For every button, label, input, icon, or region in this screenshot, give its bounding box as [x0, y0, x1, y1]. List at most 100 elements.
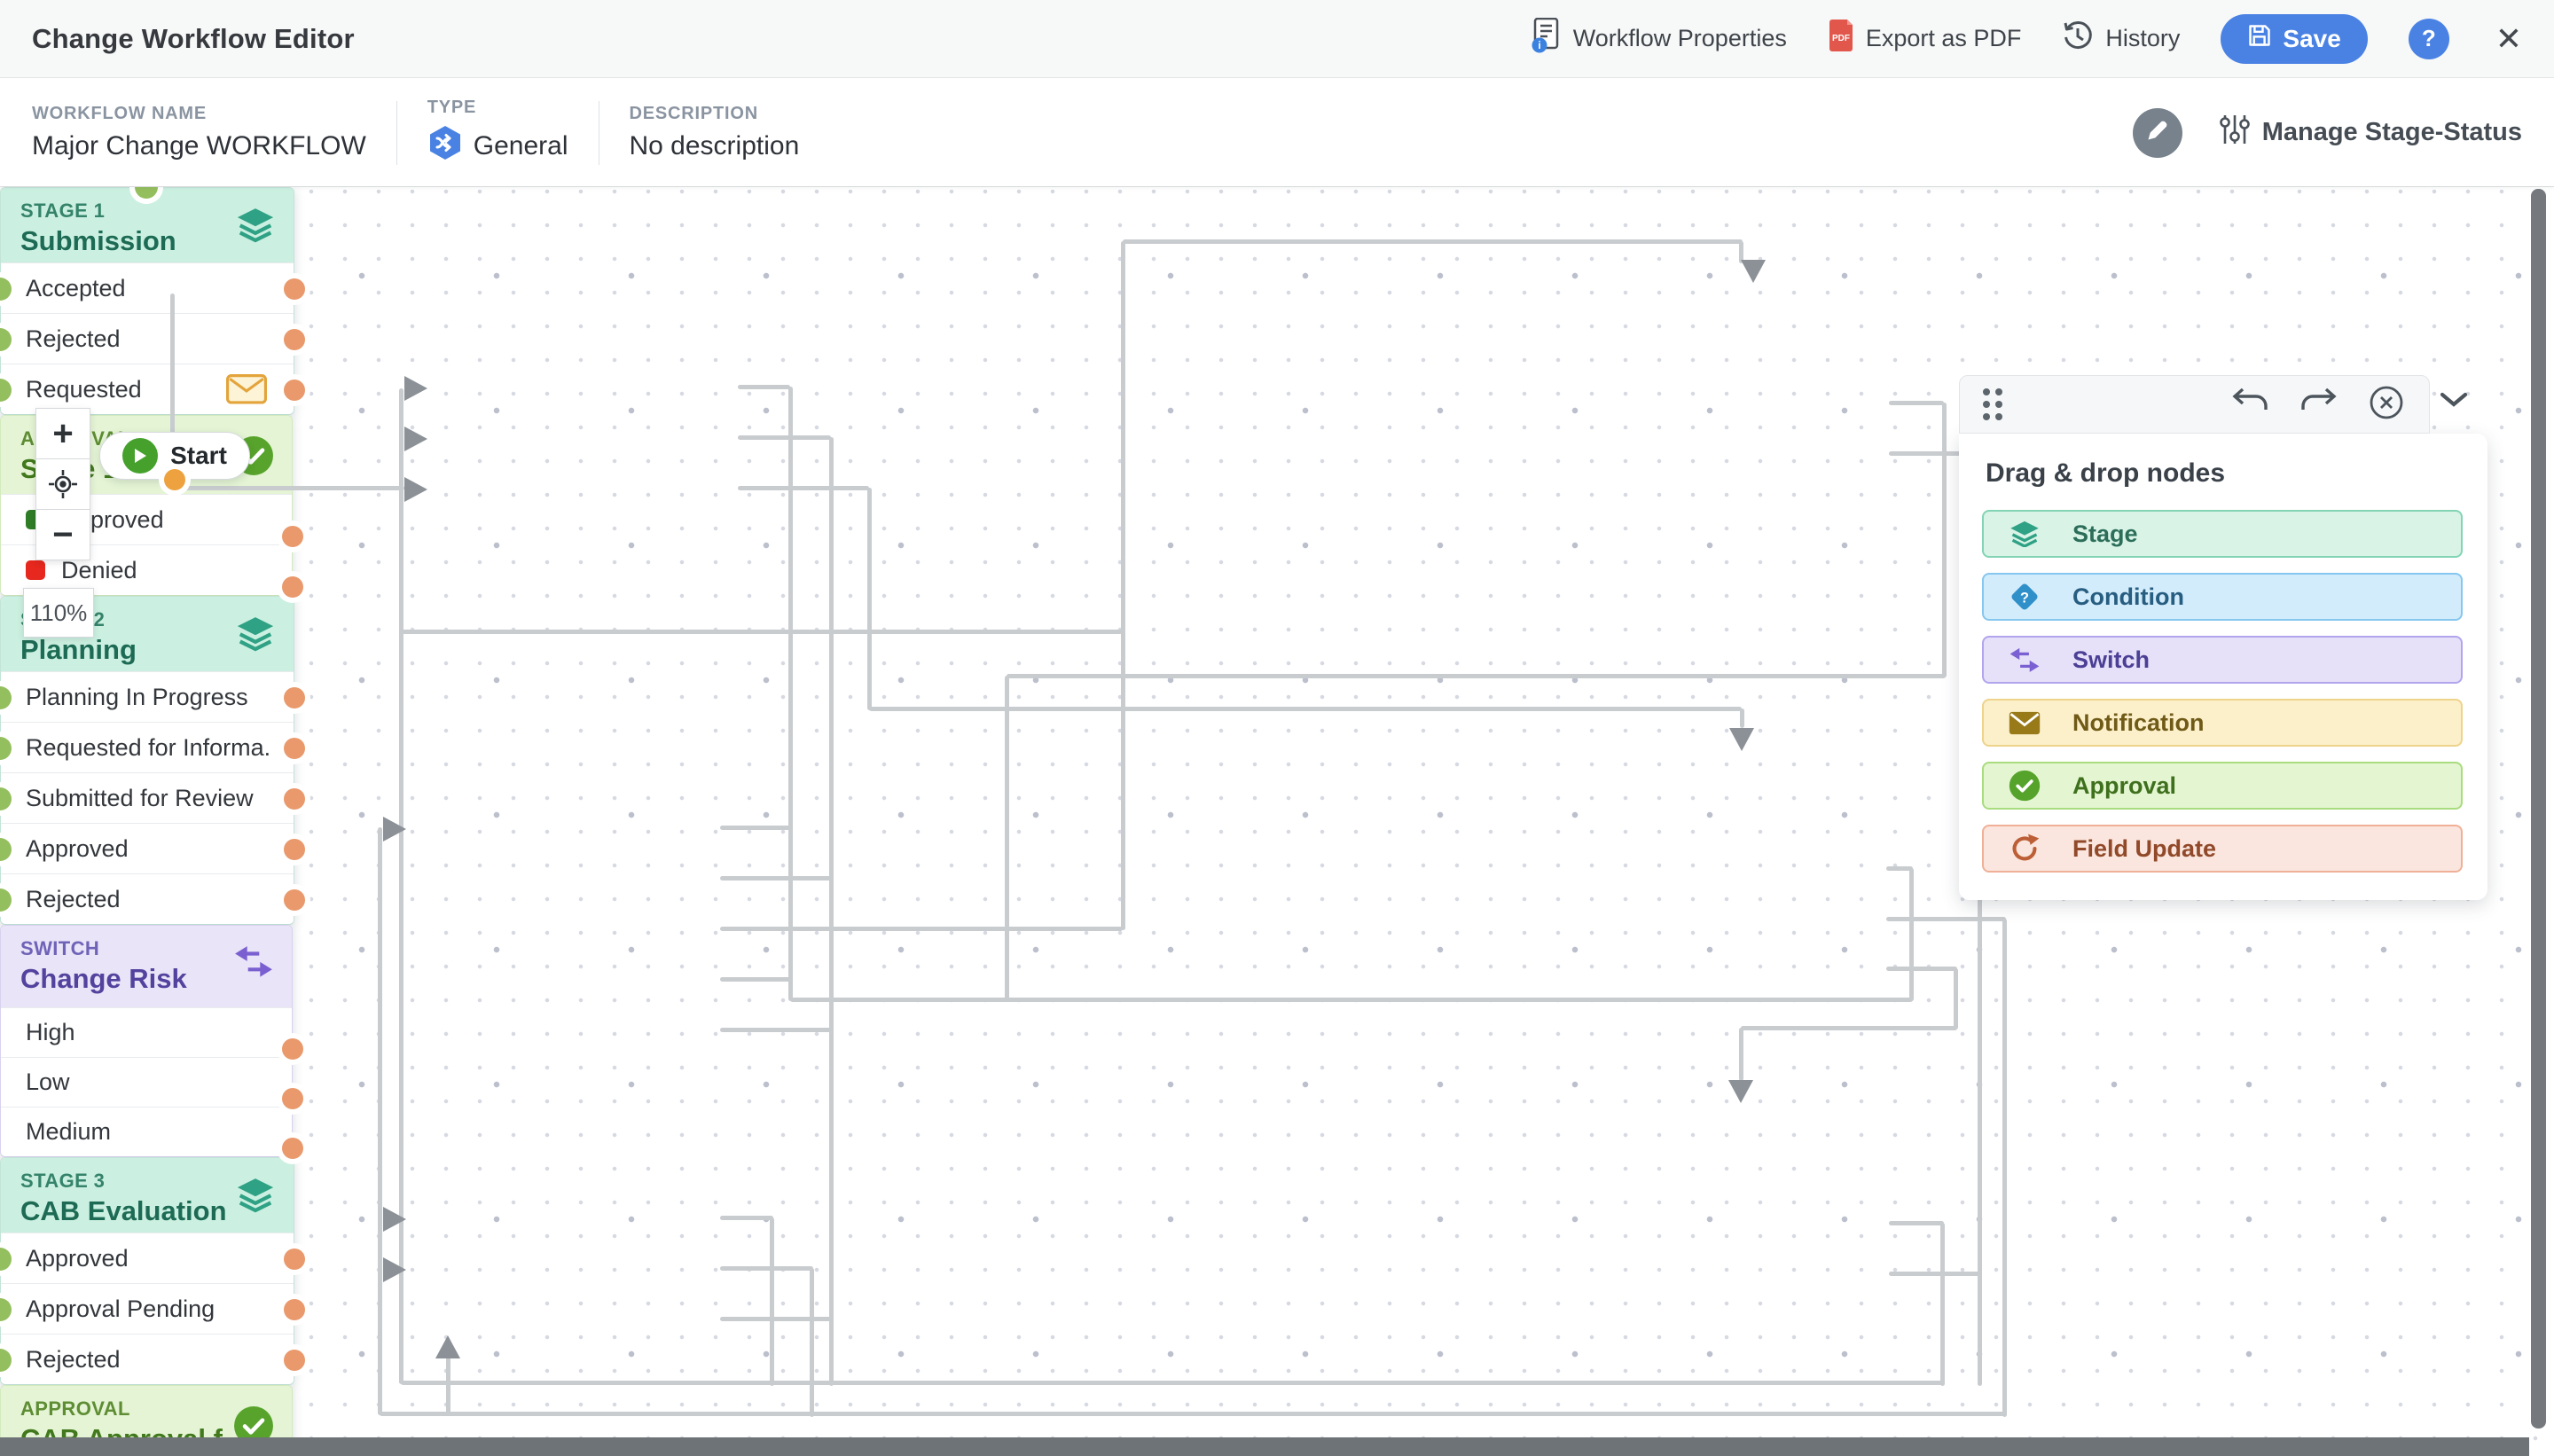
drag-handle-icon[interactable] — [1983, 388, 2002, 420]
redo-button[interactable] — [2299, 385, 2337, 425]
export-pdf-button[interactable]: PDF Export as PDF — [1828, 19, 2022, 59]
node-chip-field-update[interactable]: Field Update — [1982, 825, 2463, 873]
collapse-panel-button[interactable] — [2437, 387, 2471, 417]
row-output-port[interactable] — [284, 788, 305, 810]
stage-node-stage1[interactable]: STAGE 1Submission Accepted Rejected Request… — [0, 187, 294, 415]
chevron-down-icon — [2437, 387, 2471, 412]
status-row-rejected[interactable]: Rejected — [1, 1334, 294, 1384]
row-input-port[interactable] — [0, 379, 12, 402]
start-node[interactable]: Start — [99, 432, 250, 480]
node-chip-condition[interactable]: ?Condition — [1982, 573, 2463, 621]
row-output-port[interactable] — [282, 526, 303, 547]
stage-node-stage3[interactable]: STAGE 3CAB EvaluationApprovedApproval Pe… — [0, 1157, 294, 1385]
row-output-port[interactable] — [282, 576, 303, 598]
start-output-port[interactable] — [164, 469, 185, 490]
row-output-port[interactable] — [284, 1249, 305, 1270]
history-button[interactable]: History — [2062, 20, 2180, 58]
row-input-port[interactable] — [0, 1349, 12, 1372]
status-label: Accepted — [26, 275, 126, 302]
node-header[interactable]: STAGE 3CAB Evaluation — [1, 1158, 294, 1233]
row-output-port[interactable] — [282, 1088, 303, 1109]
panel-title: Drag & drop nodes — [1986, 458, 2463, 489]
vertical-scrollbar[interactable] — [2531, 189, 2546, 1429]
row-output-port[interactable] — [284, 329, 305, 350]
connector-line — [869, 707, 1742, 711]
status-row-high[interactable]: High — [1, 1007, 292, 1057]
row-output-port[interactable] — [282, 1138, 303, 1159]
workflow-properties-label: Workflow Properties — [1573, 25, 1787, 52]
status-row-approved[interactable]: Approved — [1, 823, 294, 873]
status-row-planning-in-progress[interactable]: Planning In Progress — [1, 671, 294, 722]
node-chip-switch[interactable]: Switch — [1982, 636, 2463, 684]
meta-field-label: DESCRIPTION — [630, 104, 800, 124]
node-chip-approval[interactable]: Approval — [1982, 762, 2463, 810]
switch-node-switch1[interactable]: SWITCHChange RiskHighLow Medium — [0, 925, 293, 1157]
status-label: Submitted for Review — [26, 785, 254, 812]
envelope-icon — [2007, 711, 2042, 735]
node-chip-stage[interactable]: Stage — [1982, 510, 2463, 558]
node-chip-notification[interactable]: Notification — [1982, 699, 2463, 747]
layers-icon — [235, 616, 276, 656]
status-row-requested[interactable]: Requested — [1, 364, 294, 414]
row-output-port[interactable] — [284, 687, 305, 708]
status-row-medium[interactable]: Medium — [1, 1107, 292, 1156]
row-input-port[interactable] — [0, 737, 12, 760]
node-header[interactable]: STAGE 1Submission — [1, 188, 294, 262]
status-label: Medium — [26, 1118, 111, 1146]
close-editor-button[interactable]: ✕ — [2495, 23, 2522, 55]
status-row-low[interactable]: Low — [1, 1057, 292, 1107]
stage-node-stage2[interactable]: STAGE 2PlanningPlanning In ProgressReque… — [0, 596, 294, 925]
undo-button[interactable] — [2232, 385, 2269, 425]
status-row-submitted-for-review[interactable]: Submitted for Review — [1, 772, 294, 823]
row-input-port[interactable] — [0, 838, 12, 861]
row-output-port[interactable] — [282, 1038, 303, 1060]
row-input-port[interactable] — [0, 888, 12, 912]
connector-line — [738, 385, 790, 389]
row-output-port[interactable] — [284, 839, 305, 860]
workflow-type-icon — [427, 125, 463, 168]
status-row-requested-for-informa[interactable]: Requested for Informa... — [1, 722, 294, 772]
connector-arrow-icon — [1729, 728, 1754, 751]
row-input-port[interactable] — [0, 1298, 12, 1321]
status-row-rejected[interactable]: Rejected — [1, 873, 294, 924]
status-label: Rejected — [26, 886, 121, 913]
save-button[interactable]: Save — [2221, 14, 2367, 64]
help-button[interactable]: ? — [2409, 19, 2449, 59]
status-row-accepted[interactable]: Accepted — [1, 262, 294, 313]
row-input-port[interactable] — [0, 328, 12, 351]
row-output-port[interactable] — [284, 738, 305, 759]
status-label: Rejected — [26, 1346, 121, 1374]
row-output-port[interactable] — [284, 889, 305, 911]
status-row-rejected[interactable]: Rejected — [1, 313, 294, 364]
connector-line — [810, 1268, 814, 1417]
workflow-canvas[interactable]: + − 110% Start STAGE 1Submission Accepted… — [0, 186, 2554, 1456]
status-row-approved[interactable]: Approved — [1, 1233, 294, 1283]
row-input-port[interactable] — [0, 787, 12, 810]
row-output-port[interactable] — [284, 380, 305, 401]
status-row-approval-pending[interactable]: Approval Pending — [1, 1283, 294, 1334]
row-output-port[interactable] — [284, 278, 305, 300]
fit-view-button[interactable] — [35, 458, 90, 510]
header-actions: i Workflow Properties PDF Export as PDF … — [1532, 14, 2522, 64]
horizontal-scrollbar[interactable] — [0, 1437, 2529, 1456]
clear-canvas-button[interactable] — [2367, 383, 2406, 427]
zoom-in-button[interactable]: + — [35, 408, 90, 459]
node-header[interactable]: SWITCHChange Risk — [1, 926, 292, 1007]
status-label: Rejected — [26, 325, 121, 353]
edit-workflow-button[interactable] — [2133, 108, 2182, 158]
chip-label: Condition — [2072, 583, 2184, 611]
workflow-properties-button[interactable]: i Workflow Properties — [1532, 18, 1787, 59]
manage-stage-status-button[interactable]: Manage Stage-Status — [2220, 114, 2522, 153]
connector-line — [399, 388, 403, 1384]
zoom-level-indicator: 110% — [23, 588, 94, 638]
row-output-port[interactable] — [284, 1299, 305, 1320]
row-input-port[interactable] — [0, 686, 12, 709]
status-label: Approved — [26, 835, 129, 863]
row-input-port[interactable] — [0, 278, 12, 301]
zoom-out-button[interactable]: − — [35, 509, 90, 560]
connector-line — [1889, 1221, 1944, 1225]
row-input-port[interactable] — [0, 1248, 12, 1271]
row-output-port[interactable] — [284, 1350, 305, 1371]
status-label: Requested for Informa... — [26, 734, 269, 762]
drag-drop-panel: Drag & drop nodes Stage ?Condition Switch N… — [1959, 434, 2487, 900]
